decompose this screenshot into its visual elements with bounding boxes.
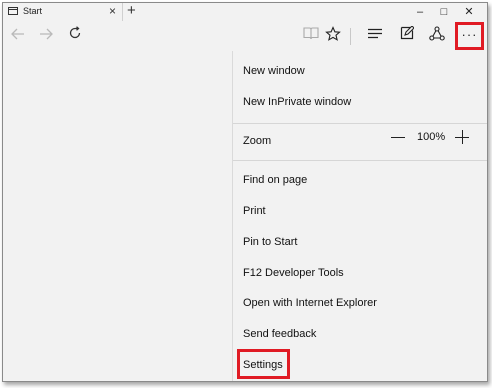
zoom-label: Zoom bbox=[243, 135, 272, 147]
title-bar: Start × + – □ ✕ bbox=[3, 3, 487, 21]
settings-highlight bbox=[237, 349, 290, 379]
tab-title: Start bbox=[23, 6, 43, 16]
new-tab-button[interactable]: + bbox=[127, 3, 136, 20]
menu-item-label: New InPrivate window bbox=[243, 96, 352, 108]
menu-item-new-window[interactable]: New window bbox=[233, 57, 487, 87]
tab-start[interactable]: Start × bbox=[3, 3, 123, 21]
menu-item-label: Send feedback bbox=[243, 328, 317, 340]
star-icon[interactable] bbox=[323, 26, 343, 46]
menu-item-label: Open with Internet Explorer bbox=[243, 297, 377, 309]
menu-item-label: F12 Developer Tools bbox=[243, 267, 344, 279]
zoom-out-button[interactable] bbox=[391, 137, 405, 138]
menu-item-send-feedback[interactable]: Send feedback bbox=[233, 320, 487, 350]
more-actions-menu: New window New InPrivate window Zoom 100… bbox=[232, 51, 487, 381]
menu-divider bbox=[233, 160, 487, 161]
menu-item-pin-to-start[interactable]: Pin to Start bbox=[233, 228, 487, 258]
zoom-in-button[interactable] bbox=[455, 130, 469, 144]
menu-item-label: Find on page bbox=[243, 174, 308, 186]
menu-item-zoom: Zoom bbox=[233, 127, 487, 157]
menu-item-label: Print bbox=[243, 205, 266, 217]
menu-item-label: New window bbox=[243, 65, 305, 77]
navigation-bar: ··· bbox=[3, 21, 487, 51]
forward-arrow-icon[interactable] bbox=[36, 26, 56, 46]
toolbar-separator bbox=[350, 28, 351, 45]
menu-item-label: Pin to Start bbox=[243, 236, 298, 248]
close-window-button[interactable]: ✕ bbox=[458, 3, 480, 21]
browser-window: Start × + – □ ✕ ··· New window New InPri… bbox=[2, 2, 488, 382]
hub-icon[interactable] bbox=[365, 26, 385, 46]
minimize-button[interactable]: – bbox=[409, 3, 431, 21]
menu-item-print[interactable]: Print bbox=[233, 197, 487, 227]
share-icon[interactable] bbox=[427, 26, 447, 46]
menu-divider bbox=[233, 123, 487, 124]
menu-item-new-inprivate-window[interactable]: New InPrivate window bbox=[233, 88, 487, 118]
book-icon[interactable] bbox=[301, 26, 321, 46]
refresh-icon[interactable] bbox=[65, 26, 85, 46]
web-note-icon[interactable] bbox=[397, 25, 417, 46]
tab-close-icon[interactable]: × bbox=[109, 4, 116, 18]
page-icon bbox=[8, 7, 18, 15]
menu-item-find-on-page[interactable]: Find on page bbox=[233, 166, 487, 196]
more-actions-button[interactable]: ··· bbox=[455, 22, 484, 50]
menu-item-developer-tools[interactable]: F12 Developer Tools bbox=[233, 259, 487, 289]
maximize-button[interactable]: □ bbox=[433, 3, 455, 21]
menu-item-open-with-ie[interactable]: Open with Internet Explorer bbox=[233, 289, 487, 319]
back-arrow-icon[interactable] bbox=[8, 26, 28, 46]
zoom-value: 100% bbox=[417, 131, 446, 143]
